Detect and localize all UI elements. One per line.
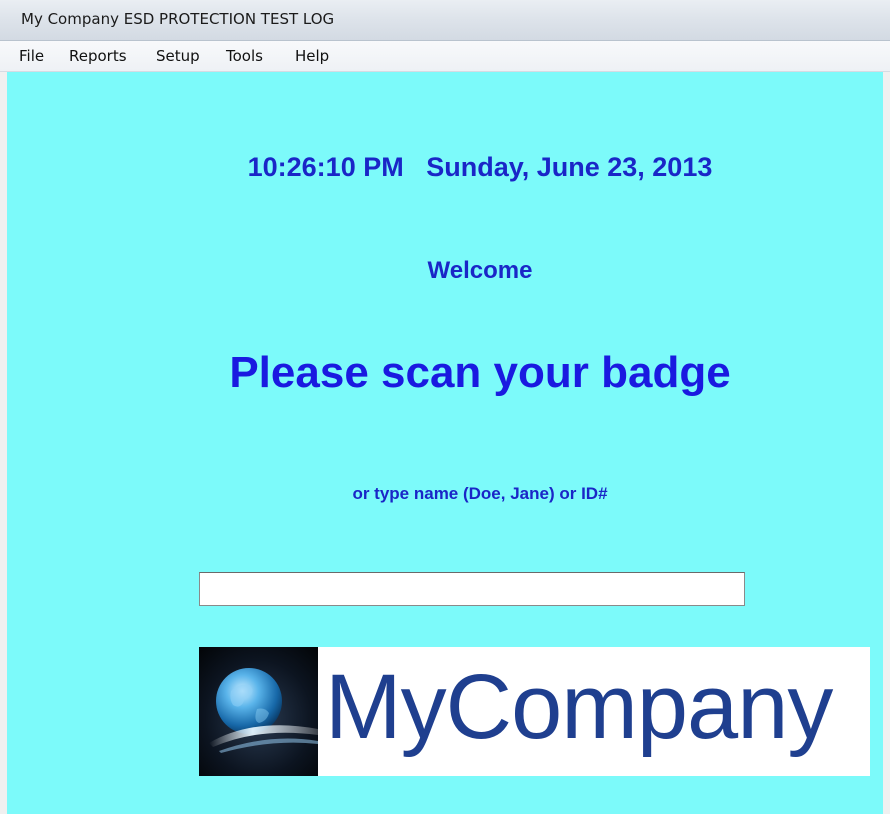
menu-help[interactable]: Help — [292, 47, 332, 65]
menu-reports[interactable]: Reports — [66, 47, 130, 65]
scan-badge-prompt: Please scan your badge — [229, 348, 731, 397]
menu-file[interactable]: File — [16, 47, 47, 65]
globe-icon — [199, 647, 318, 776]
badge-id-input[interactable] — [199, 572, 745, 606]
datetime-display: 10:26:10 PM Sunday, June 23, 2013 — [247, 152, 713, 182]
company-logo: MyCompany — [199, 647, 870, 776]
menu-tools[interactable]: Tools — [223, 47, 266, 65]
menu-bar: File Reports Setup Tools Help — [0, 41, 890, 72]
logo-text: MyCompany — [325, 656, 833, 758]
type-name-hint: or type name (Doe, Jane) or ID# — [352, 484, 608, 503]
menu-setup[interactable]: Setup — [153, 47, 203, 65]
app-window: My Company ESD PROTECTION TEST LOG File … — [0, 0, 890, 814]
title-bar: My Company ESD PROTECTION TEST LOG — [0, 0, 890, 41]
window-title: My Company ESD PROTECTION TEST LOG — [21, 10, 335, 28]
main-panel: 10:26:10 PM Sunday, June 23, 2013 Welcom… — [7, 72, 883, 814]
welcome-label: Welcome — [427, 257, 533, 284]
